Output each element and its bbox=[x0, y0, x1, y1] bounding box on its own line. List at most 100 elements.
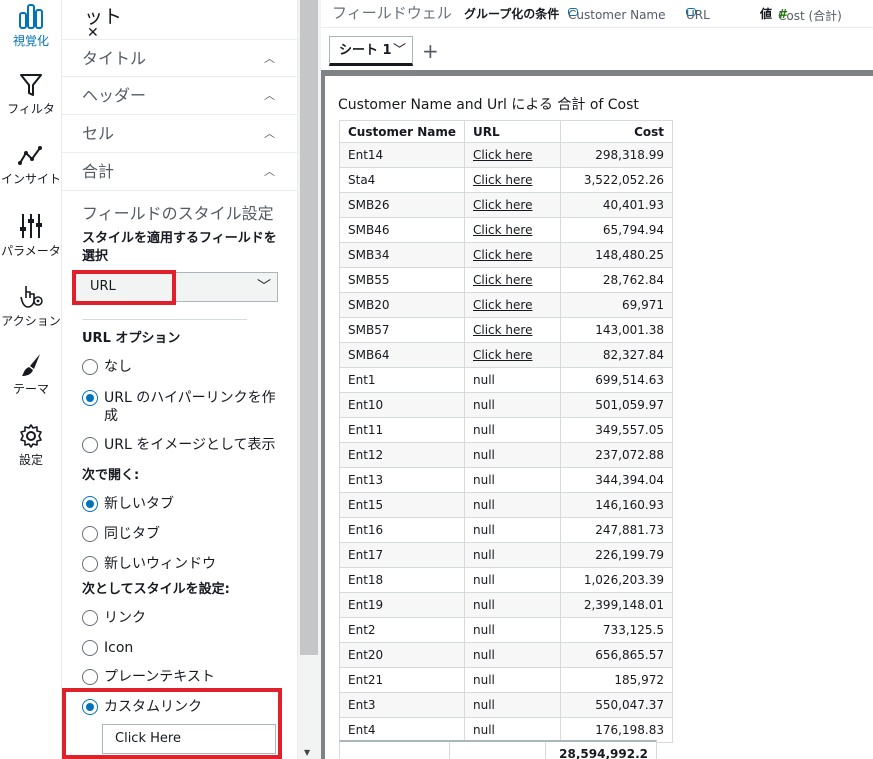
radio-style-plain[interactable]: プレーンテキスト bbox=[82, 668, 215, 686]
table-row[interactable]: Ent3 null 550,047.37 bbox=[339, 692, 673, 718]
url-link-cell[interactable]: Click here bbox=[464, 342, 561, 368]
radio-dot[interactable] bbox=[82, 556, 98, 572]
table-row[interactable]: Ent1 null 699,514.63 bbox=[339, 367, 673, 393]
radio-dot[interactable] bbox=[82, 496, 98, 512]
radio-dot[interactable] bbox=[82, 669, 98, 685]
customer-name-cell: Ent16 bbox=[339, 517, 465, 543]
url-link-cell[interactable]: Click here bbox=[464, 192, 561, 218]
customer-name-cell: SMB57 bbox=[339, 317, 465, 343]
table-row[interactable]: SMB26 Click here 40,401.93 bbox=[339, 192, 673, 218]
rail-theme[interactable]: テーマ bbox=[0, 352, 62, 397]
rail-label: 設定 bbox=[18, 453, 43, 467]
section-total[interactable]: 合計 ︿ bbox=[62, 153, 297, 191]
parameters-icon bbox=[20, 214, 42, 238]
table-row[interactable]: Ent13 null 344,394.04 bbox=[339, 467, 673, 493]
url-link-cell[interactable]: Click here bbox=[464, 267, 561, 293]
url-link-cell[interactable]: Click here bbox=[464, 242, 561, 268]
table-row[interactable]: SMB34 Click here 148,480.25 bbox=[339, 242, 673, 268]
tab-sheet-1[interactable]: シート 1 ﹀ bbox=[329, 36, 413, 66]
scroll-down-icon[interactable]: ▼ bbox=[304, 748, 310, 757]
radio-dot[interactable] bbox=[82, 526, 98, 542]
table-row[interactable]: Ent12 null 237,072.88 bbox=[339, 442, 673, 468]
table-row[interactable]: SMB55 Click here 28,762.84 bbox=[339, 267, 673, 293]
radio-url-image[interactable]: URL をイメージとして表示 bbox=[82, 436, 276, 454]
radio-dot[interactable] bbox=[82, 390, 98, 406]
table-row[interactable]: Ent19 null 2,399,148.01 bbox=[339, 592, 673, 618]
url-link-cell[interactable]: Click here bbox=[464, 167, 561, 193]
customer-name-cell: SMB34 bbox=[339, 242, 465, 268]
rail-label: フィルタ bbox=[7, 102, 55, 116]
rail-parameters[interactable]: パラメータ bbox=[0, 212, 62, 259]
url-link-cell[interactable]: Click here bbox=[464, 317, 561, 343]
icon-rail: 視覚化 フィルタ インサイト パラメータ アクション テーマ 設定 bbox=[0, 0, 62, 759]
field-select[interactable]: URL ﹀ bbox=[72, 272, 278, 302]
radio-dot[interactable] bbox=[82, 699, 98, 715]
field-wells[interactable]: フィールドウェル グループ化の条件 Customer Name URL 値 # C… bbox=[321, 0, 873, 28]
radio-style-icon[interactable]: Icon bbox=[82, 639, 133, 657]
format-panel: ット ✕ タイトル ︿ ヘッダー ︿ セル ︿ 合計 ︿ フィールドのスタイル設… bbox=[62, 0, 297, 759]
table-row[interactable]: Ent16 null 247,881.73 bbox=[339, 517, 673, 543]
cost-cell: 146,160.93 bbox=[560, 492, 673, 518]
radio-same-tab[interactable]: 同じタブ bbox=[82, 525, 160, 543]
table-row[interactable]: Ent14 Click here 298,318.99 bbox=[339, 142, 673, 168]
table-row[interactable]: Ent17 null 226,199.79 bbox=[339, 542, 673, 568]
radio-label: URL のハイパーリンクを作成 bbox=[104, 390, 276, 424]
url-link-cell[interactable]: Click here bbox=[464, 142, 561, 168]
customer-name-cell: SMB64 bbox=[339, 342, 465, 368]
table-row[interactable]: Ent4 null 176,198.83 bbox=[339, 717, 673, 743]
rail-actions[interactable]: アクション bbox=[0, 282, 62, 329]
column-header[interactable]: URL bbox=[464, 120, 561, 143]
table-row[interactable]: SMB46 Click here 65,794.94 bbox=[339, 217, 673, 243]
customer-name-cell: Ent3 bbox=[339, 692, 465, 718]
url-cell: null bbox=[464, 517, 561, 543]
section-cell[interactable]: セル ︿ bbox=[62, 115, 297, 153]
table-row[interactable]: SMB64 Click here 82,327.84 bbox=[339, 342, 673, 368]
url-link-cell[interactable]: Click here bbox=[464, 292, 561, 318]
radio-style-custom-link[interactable]: カスタムリンク bbox=[82, 698, 202, 716]
radio-url-none[interactable]: なし bbox=[82, 358, 132, 376]
chevron-down-icon[interactable]: ﹀ bbox=[393, 37, 406, 64]
url-link-cell[interactable]: Click here bbox=[464, 217, 561, 243]
radio-dot[interactable] bbox=[82, 359, 98, 375]
radio-dot[interactable] bbox=[82, 640, 98, 656]
table-row[interactable]: Ent2 null 733,125.5 bbox=[339, 617, 673, 643]
rail-filter[interactable]: フィルタ bbox=[0, 72, 62, 117]
radio-dot[interactable] bbox=[82, 610, 98, 626]
table-row[interactable]: Ent21 null 185,972 bbox=[339, 667, 673, 693]
rail-settings[interactable]: 設定 bbox=[0, 423, 62, 468]
table-row[interactable]: Ent15 null 146,160.93 bbox=[339, 492, 673, 518]
field-styling-title[interactable]: フィールドのスタイル設定 bbox=[82, 200, 274, 224]
value-label: 値 bbox=[760, 7, 773, 21]
field-wells-title: フィールドウェル bbox=[332, 4, 452, 22]
radio-dot[interactable] bbox=[82, 437, 98, 453]
table-row[interactable]: SMB20 Click here 69,971 bbox=[339, 292, 673, 318]
rail-visualize[interactable]: 視覚化 bbox=[0, 2, 62, 49]
table-row[interactable]: Sta4 Click here 3,522,052.26 bbox=[339, 167, 673, 193]
radio-style-link[interactable]: リンク bbox=[82, 609, 146, 627]
table-total-row: 28,594,992.2 bbox=[339, 740, 657, 759]
radio-url-hyperlink[interactable]: URL のハイパーリンクを作成 bbox=[82, 389, 282, 425]
add-sheet-button[interactable]: + bbox=[422, 39, 439, 63]
table-row[interactable]: SMB57 Click here 143,001.38 bbox=[339, 317, 673, 343]
column-header[interactable]: Customer Name bbox=[339, 120, 465, 143]
section-label: ヘッダー bbox=[82, 86, 147, 105]
cost-cell: 28,762.84 bbox=[560, 267, 673, 293]
section-header[interactable]: ヘッダー ︿ bbox=[62, 77, 297, 115]
column-header[interactable]: Cost bbox=[560, 120, 673, 143]
section-title[interactable]: タイトル ︿ bbox=[62, 39, 297, 77]
table-row[interactable]: Ent20 null 656,865.57 bbox=[339, 642, 673, 668]
customer-name-cell: Ent14 bbox=[339, 142, 465, 168]
open-in-label: 次で開く: bbox=[82, 468, 140, 483]
table-row[interactable]: Ent11 null 349,557.05 bbox=[339, 417, 673, 443]
visual-title: Customer Name and Url による 合計 of Cost bbox=[338, 97, 639, 113]
table-row[interactable]: Ent18 null 1,026,203.39 bbox=[339, 567, 673, 593]
chevron-up-icon: ︿ bbox=[264, 52, 275, 65]
panel-scrollbar-thumb[interactable] bbox=[300, 0, 318, 655]
rail-insights[interactable]: インサイト bbox=[0, 144, 62, 187]
radio-new-window[interactable]: 新しいウィンドウ bbox=[82, 555, 216, 573]
custom-link-input[interactable]: Click Here bbox=[102, 724, 276, 754]
divider bbox=[82, 319, 247, 320]
cost-cell: 247,881.73 bbox=[560, 517, 673, 543]
table-row[interactable]: Ent10 null 501,059.97 bbox=[339, 392, 673, 418]
radio-new-tab[interactable]: 新しいタブ bbox=[82, 495, 174, 513]
